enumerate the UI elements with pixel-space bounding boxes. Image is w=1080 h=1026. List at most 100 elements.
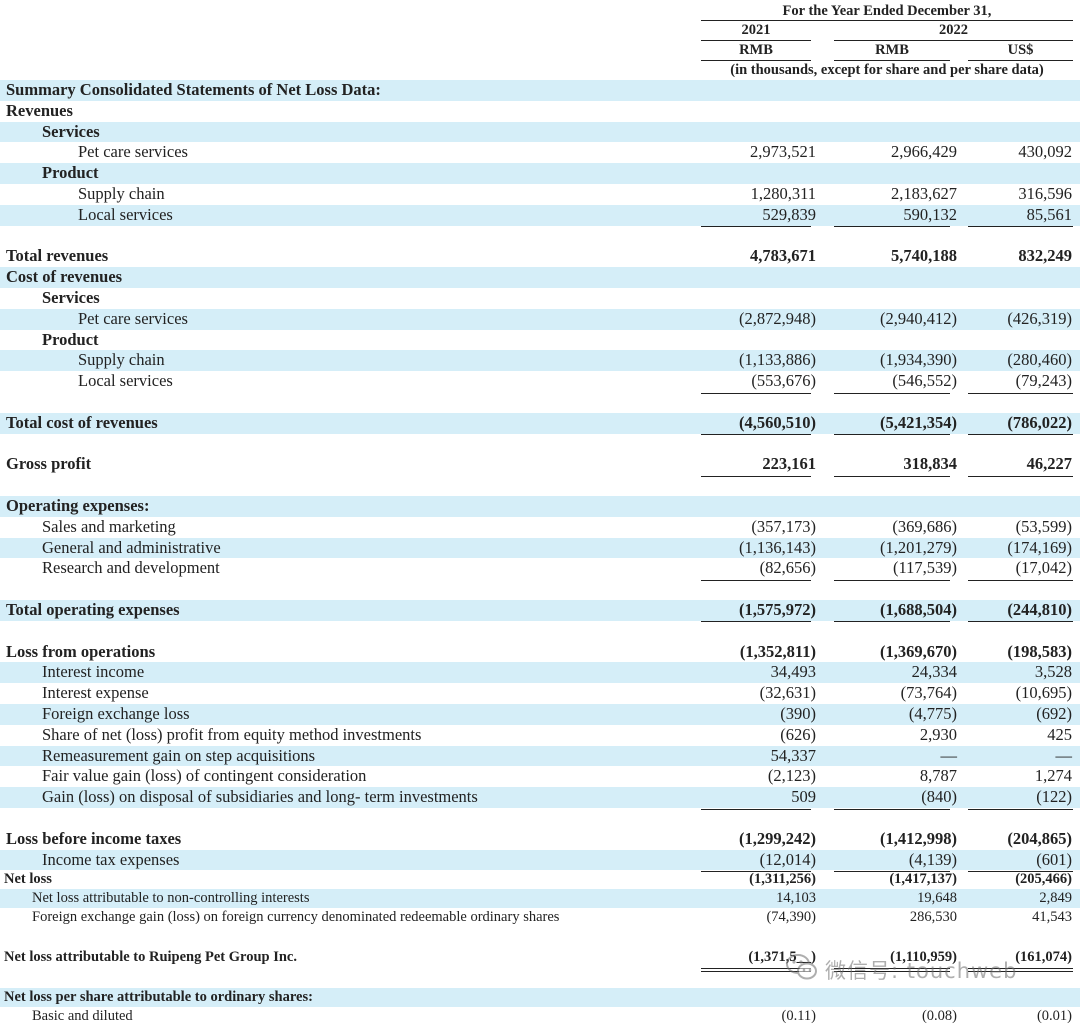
table-row: Summary Consolidated Statements of Net L… bbox=[0, 80, 1080, 101]
row-label: Local services bbox=[78, 371, 173, 391]
statement-table: Summary Consolidated Statements of Net L… bbox=[0, 0, 1080, 1024]
row-label: Product bbox=[42, 329, 99, 349]
value-cell: (74,390) bbox=[766, 909, 816, 926]
table-row: Foreign exchange loss (390) (4,775) (692) bbox=[0, 704, 1080, 725]
row-label: Income tax expenses bbox=[42, 849, 180, 869]
value-cell: (32,631) bbox=[759, 683, 816, 703]
row-label: Share of net (loss) profit from equity m… bbox=[42, 724, 422, 744]
table-row: Interest expense (32,631) (73,764) (10,695) bbox=[0, 683, 1080, 704]
spacer-row bbox=[0, 226, 1080, 247]
value-cell: 2,930 bbox=[919, 724, 957, 744]
row-label: Supply chain bbox=[78, 184, 165, 203]
table-row: Research and development (82,656) (117,539… bbox=[0, 558, 1080, 579]
value-cell: (1,417,137) bbox=[889, 871, 957, 888]
row-label: Net loss bbox=[4, 871, 52, 888]
value-cell: 2,849 bbox=[1039, 890, 1072, 907]
table-row: Product bbox=[0, 330, 1080, 351]
value-cell: (546,552) bbox=[892, 371, 957, 391]
value-cell: 54,337 bbox=[770, 745, 816, 765]
table-row: Share of net (loss) profit from equity m… bbox=[0, 725, 1080, 746]
table-row: Services bbox=[0, 121, 1080, 143]
value-cell: (122) bbox=[1036, 787, 1072, 807]
value-cell: 1,274 bbox=[1034, 766, 1072, 786]
value-cell: (0.01) bbox=[1036, 1008, 1072, 1024]
row-label: Total operating expenses bbox=[6, 600, 180, 619]
value-cell: 529,839 bbox=[762, 204, 816, 224]
row-label: General and administrative bbox=[42, 537, 221, 557]
value-cell: (4,560,510) bbox=[739, 412, 816, 432]
value-cell: (1,369,670) bbox=[880, 641, 957, 661]
value-cell: (0.08) bbox=[921, 1008, 957, 1024]
value-cell: 5,740,188 bbox=[891, 246, 957, 266]
value-cell: (280,460) bbox=[1007, 350, 1072, 370]
value-cell: (1,299,242) bbox=[739, 828, 816, 848]
value-cell: 14,103 bbox=[776, 890, 816, 907]
spacer-row bbox=[0, 579, 1080, 600]
value-cell: (2,940,412) bbox=[880, 308, 957, 328]
table-row: Total cost of revenues (4,560,510) (5,421,… bbox=[0, 412, 1080, 434]
value-cell: (1,136,143) bbox=[739, 537, 816, 557]
value-cell: (1,201,279) bbox=[880, 537, 957, 557]
table-row: Operating expenses: bbox=[0, 496, 1080, 517]
value-cell: (1,311,256) bbox=[749, 871, 816, 888]
value-cell: (840) bbox=[921, 787, 957, 807]
value-cell: 318,834 bbox=[903, 454, 957, 474]
value-cell: (601) bbox=[1036, 849, 1072, 869]
value-cell: (1,133,886) bbox=[739, 350, 816, 370]
value-cell: (786,022) bbox=[1007, 412, 1072, 432]
value-cell: (53,599) bbox=[1015, 516, 1072, 536]
value-cell: (4,139) bbox=[908, 849, 957, 869]
table-row: Total revenues 4,783,671 5,740,188 832,249 bbox=[0, 246, 1080, 267]
value-cell: (5,421,354) bbox=[880, 412, 957, 432]
value-cell: (244,810) bbox=[1007, 600, 1072, 619]
table-row: Loss from operations (1,352,811) (1,369,67… bbox=[0, 642, 1080, 663]
watermark: 微信号: touchweb bbox=[785, 950, 1055, 984]
value-cell: 590,132 bbox=[903, 204, 957, 224]
value-cell: 19,648 bbox=[917, 890, 957, 907]
value-cell: 286,530 bbox=[909, 909, 957, 926]
value-cell: 509 bbox=[791, 787, 816, 807]
table-row: Supply chain 1,280,311 2,183,627 316,596 bbox=[0, 184, 1080, 205]
value-cell: 24,334 bbox=[911, 662, 957, 682]
value-cell: 430,092 bbox=[1018, 142, 1072, 162]
row-label: Loss before income taxes bbox=[6, 828, 182, 848]
row-label: Net loss per share attributable to ordin… bbox=[4, 989, 313, 1005]
table-row: Supply chain (1,133,886) (1,934,390) (280,4… bbox=[0, 350, 1080, 372]
row-label: Product bbox=[42, 163, 99, 183]
value-cell: (390) bbox=[780, 704, 816, 723]
table-row: Product bbox=[0, 163, 1080, 184]
table-row: Loss before income taxes (1,299,242) (1,41… bbox=[0, 829, 1080, 850]
row-label: Operating expenses: bbox=[6, 496, 150, 515]
row-label: Interest income bbox=[42, 662, 145, 682]
value-cell: (73,764) bbox=[900, 683, 957, 703]
value-cell: (553,676) bbox=[751, 371, 816, 391]
spacer-row bbox=[0, 621, 1080, 642]
row-label: Gain (loss) on disposal of subsidiaries … bbox=[42, 787, 478, 807]
value-cell: (1,575,972) bbox=[739, 600, 816, 619]
value-cell: (0.11) bbox=[781, 1008, 817, 1024]
row-label: Revenues bbox=[6, 100, 73, 120]
table-row: Net loss (1,311,256) (1,417,137) (205,466) bbox=[0, 870, 1080, 889]
table-row: Remeasurement gain on step acquisitions 5… bbox=[0, 745, 1080, 767]
table-row: Interest income 34,493 24,334 3,528 bbox=[0, 662, 1080, 684]
table-row: Cost of revenues bbox=[0, 267, 1080, 288]
table-row: Gross profit 223,161 318,834 46,227 bbox=[0, 454, 1080, 475]
value-cell: (79,243) bbox=[1015, 371, 1072, 391]
table-row: Services bbox=[0, 288, 1080, 309]
value-cell: (174,169) bbox=[1007, 537, 1072, 557]
spacer-row bbox=[0, 434, 1080, 455]
value-cell: — bbox=[940, 745, 958, 765]
table-row: Pet care services (2,872,948) (2,940,412) (… bbox=[0, 308, 1080, 330]
row-label: Local services bbox=[78, 204, 173, 224]
row-label: Foreign exchange loss bbox=[42, 704, 190, 723]
spacer-row bbox=[0, 808, 1080, 829]
table-row: Foreign exchange gain (loss) on foreign … bbox=[0, 908, 1080, 927]
row-label: Services bbox=[42, 121, 100, 141]
value-cell: (4,775) bbox=[908, 704, 957, 723]
value-cell: 8,787 bbox=[919, 766, 957, 786]
row-label: Net loss attributable to Ruipeng Pet Gro… bbox=[4, 949, 297, 966]
table-row: Gain (loss) on disposal of subsidiaries … bbox=[0, 787, 1080, 808]
table-row: Revenues bbox=[0, 101, 1080, 122]
spacer-row bbox=[0, 392, 1080, 413]
row-label: Loss from operations bbox=[6, 641, 156, 661]
